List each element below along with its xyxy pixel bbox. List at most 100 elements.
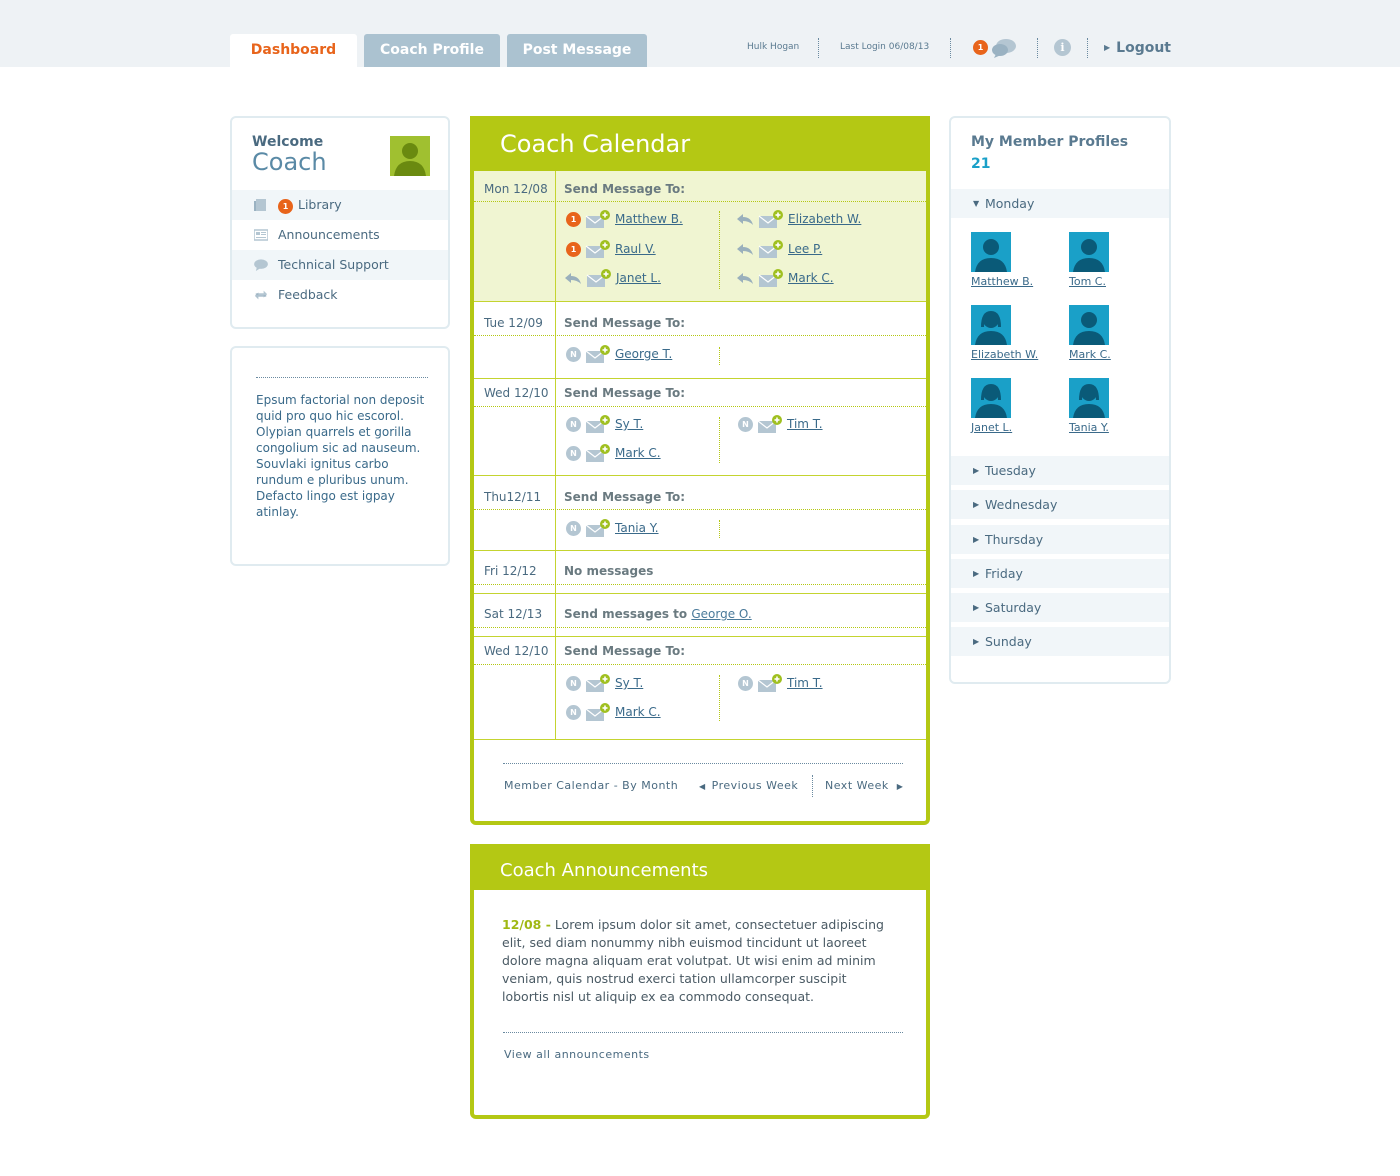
- member-link[interactable]: Tim T.: [787, 417, 823, 431]
- sidebar-item-announcements[interactable]: Announcements: [232, 220, 448, 250]
- member-name[interactable]: Tania Y.: [1069, 421, 1139, 434]
- envelope-plus-icon[interactable]: [585, 518, 611, 539]
- envelope-plus-icon[interactable]: [585, 702, 611, 723]
- member-link[interactable]: Tania Y.: [615, 521, 659, 535]
- envelope-plus-icon[interactable]: [757, 673, 783, 694]
- envelope-plus-icon[interactable]: [758, 239, 784, 260]
- member-link[interactable]: Tim T.: [787, 676, 823, 690]
- member-card[interactable]: Mark C.: [1069, 305, 1139, 361]
- day-label: Fri 12/12: [484, 564, 537, 578]
- day-label: Saturday: [985, 600, 1042, 615]
- column-divider: [555, 476, 556, 550]
- member-calendar-by-month-link[interactable]: Member Calendar - By Month: [504, 779, 678, 792]
- triangle-down-icon: ▼: [973, 199, 980, 208]
- envelope-plus-icon[interactable]: [758, 268, 784, 289]
- message-entry[interactable]: 1 Matthew B.: [566, 209, 683, 229]
- message-entry[interactable]: N Mark C.: [566, 702, 661, 722]
- message-entry[interactable]: N George T.: [566, 344, 672, 364]
- envelope-plus-icon[interactable]: [758, 209, 784, 230]
- message-entry[interactable]: Elizabeth W.: [736, 209, 861, 229]
- member-name[interactable]: Mark C.: [1069, 348, 1139, 361]
- day-toggle-thursday[interactable]: ▶ Thursday: [951, 525, 1169, 554]
- message-entry[interactable]: N Mark C.: [566, 443, 661, 463]
- member-card[interactable]: Matthew B.: [971, 232, 1041, 288]
- sidebar-item-label: Feedback: [278, 287, 338, 302]
- member-card[interactable]: Tania Y.: [1069, 378, 1139, 434]
- day-toggle-friday[interactable]: ▶ Friday: [951, 559, 1169, 588]
- envelope-plus-icon[interactable]: [757, 414, 783, 435]
- member-link[interactable]: Lee P.: [788, 242, 822, 256]
- member-card[interactable]: Janet L.: [971, 378, 1041, 434]
- envelope-plus-icon[interactable]: [585, 443, 611, 464]
- announcement-date: 12/08 -: [502, 917, 551, 932]
- envelope-plus-icon[interactable]: [585, 414, 611, 435]
- member-avatar[interactable]: [971, 305, 1011, 345]
- message-entry[interactable]: Lee P.: [736, 239, 822, 259]
- member-name[interactable]: Janet L.: [971, 421, 1041, 434]
- tab-post-message[interactable]: Post Message: [507, 34, 647, 67]
- divider: [474, 584, 926, 585]
- member-link[interactable]: Mark C.: [788, 271, 834, 285]
- sidebar-item-label: Announcements: [278, 227, 380, 242]
- day-toggle-monday[interactable]: ▼ Monday: [951, 189, 1169, 218]
- member-link[interactable]: Matthew B.: [615, 212, 683, 226]
- tab-dashboard[interactable]: Dashboard: [230, 34, 357, 67]
- envelope-plus-icon[interactable]: [585, 239, 611, 260]
- view-all-announcements-link[interactable]: View all announcements: [504, 1048, 650, 1061]
- member-name[interactable]: Matthew B.: [971, 275, 1041, 288]
- sidebar-item-feedback[interactable]: Feedback: [232, 280, 448, 310]
- message-entry[interactable]: N Sy T.: [566, 673, 643, 693]
- day-toggle-tuesday[interactable]: ▶ Tuesday: [951, 456, 1169, 485]
- envelope-plus-icon[interactable]: [585, 673, 611, 694]
- member-card[interactable]: Tom C.: [1069, 232, 1139, 288]
- member-link[interactable]: George T.: [615, 347, 672, 361]
- envelope-plus-icon[interactable]: [585, 209, 611, 230]
- message-entry[interactable]: N Tim T.: [738, 414, 823, 434]
- member-avatar[interactable]: [971, 378, 1011, 418]
- divider: [474, 406, 926, 407]
- day-label: Wednesday: [985, 497, 1058, 512]
- envelope-plus-icon[interactable]: [586, 268, 612, 289]
- sidebar-item-technical-support[interactable]: Technical Support: [232, 250, 448, 280]
- message-entry[interactable]: N Tania Y.: [566, 518, 659, 538]
- sidebar-item-library[interactable]: 1 Library: [232, 190, 448, 220]
- member-link[interactable]: Elizabeth W.: [788, 212, 861, 226]
- person-silhouette-icon: [394, 143, 426, 176]
- day-toggle-wednesday[interactable]: ▶ Wednesday: [951, 490, 1169, 519]
- member-card[interactable]: Elizabeth W.: [971, 305, 1041, 361]
- member-avatar[interactable]: [1069, 378, 1109, 418]
- member-link[interactable]: Janet L.: [616, 271, 661, 285]
- last-login: Last Login 06/08/13: [840, 42, 930, 52]
- info-icon[interactable]: i: [1054, 39, 1071, 56]
- member-link[interactable]: Mark C.: [615, 705, 661, 719]
- avatar[interactable]: [390, 136, 430, 176]
- send-messages-label: Send messages to George O.: [564, 607, 752, 621]
- send-to-label: Send Message To:: [564, 316, 686, 330]
- day-label: Thu12/11: [484, 490, 542, 504]
- member-name[interactable]: Elizabeth W.: [971, 348, 1041, 361]
- message-entry[interactable]: N Sy T.: [566, 414, 643, 434]
- next-week-link[interactable]: Next Week ▶: [825, 779, 903, 792]
- member-link[interactable]: Sy T.: [615, 417, 643, 431]
- member-avatar[interactable]: [971, 232, 1011, 272]
- message-entry[interactable]: 1 Raul V.: [566, 239, 656, 259]
- member-link[interactable]: Raul V.: [615, 242, 656, 256]
- day-toggle-sunday[interactable]: ▶ Sunday: [951, 627, 1169, 656]
- tab-coach-profile[interactable]: Coach Profile: [364, 34, 500, 67]
- message-entry[interactable]: Mark C.: [736, 268, 834, 288]
- member-link[interactable]: Mark C.: [615, 446, 661, 460]
- member-link[interactable]: George O.: [691, 607, 751, 621]
- logout-link[interactable]: ▶ Logout: [1104, 40, 1171, 56]
- member-avatar[interactable]: [1069, 305, 1109, 345]
- member-name[interactable]: Tom C.: [1069, 275, 1139, 288]
- chat-bubbles-icon[interactable]: [990, 38, 1018, 58]
- member-link[interactable]: Sy T.: [615, 676, 643, 690]
- user-name[interactable]: Hulk Hogan: [747, 42, 799, 52]
- triangle-right-icon: ▶: [973, 535, 980, 544]
- message-entry[interactable]: N Tim T.: [738, 673, 823, 693]
- day-toggle-saturday[interactable]: ▶ Saturday: [951, 593, 1169, 622]
- previous-week-link[interactable]: ◀ Previous Week: [699, 779, 798, 792]
- envelope-plus-icon[interactable]: [585, 344, 611, 365]
- member-avatar[interactable]: [1069, 232, 1109, 272]
- message-entry[interactable]: Janet L.: [564, 268, 661, 288]
